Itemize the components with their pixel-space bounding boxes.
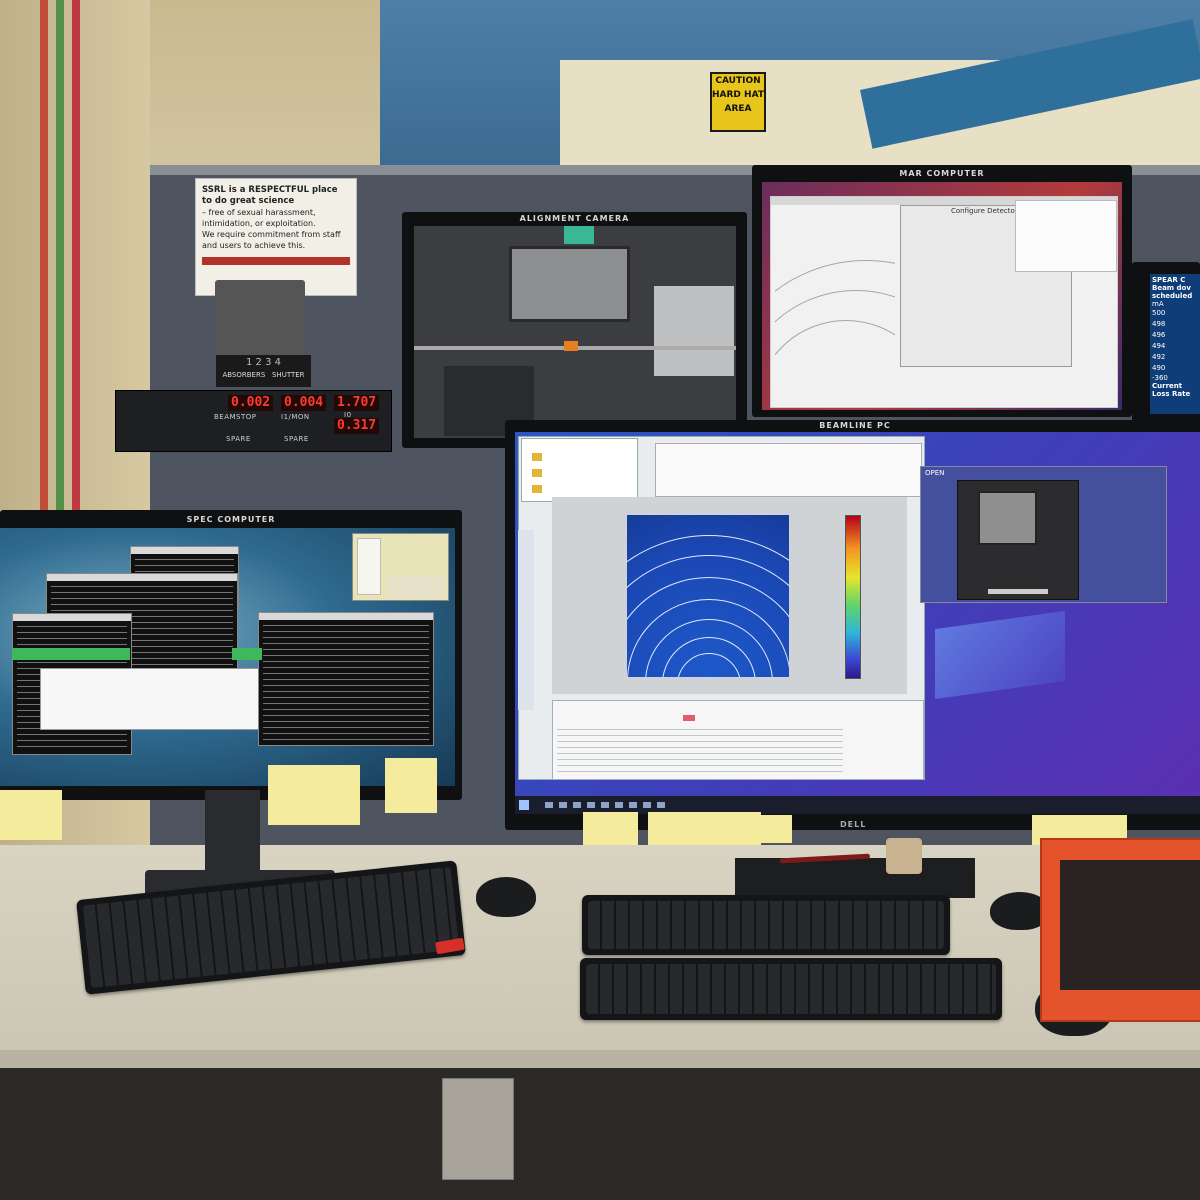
poster-line-2: – free of sexual harassment, intimidatio… <box>202 208 316 228</box>
shutter-label: SHUTTER <box>271 371 305 379</box>
sticky-note <box>268 765 360 825</box>
spear-footer-1: Current <box>1152 382 1183 390</box>
terminal-title-bar <box>47 574 237 581</box>
lower-readout: 0.317 <box>334 418 380 434</box>
image-preview-arcs <box>387 576 445 598</box>
log-output-panel <box>552 700 924 780</box>
open-app-title: OPEN <box>925 469 945 477</box>
taskbar-icons[interactable] <box>545 802 665 808</box>
spear-tick-list: 500 498 496 494 492 490 <box>1150 308 1200 374</box>
bin-contents <box>1060 860 1200 990</box>
caution-line-1: CAUTION <box>715 76 761 86</box>
camera-sample-window <box>978 491 1037 545</box>
beamstop-label: BEAMSTOP <box>214 413 257 421</box>
beamline-monitor-base <box>735 858 975 898</box>
spare-left-label: SPARE <box>226 435 251 443</box>
terminal-title-bar <box>131 547 238 554</box>
beamstop-readout: 0.002 <box>228 395 274 411</box>
caution-line-3: AREA <box>724 104 752 114</box>
file-list-panel[interactable] <box>655 443 922 497</box>
tape-roll <box>886 838 922 874</box>
spear-status-screen: SPEAR C Beam dov scheduled mA 500 498 496 4… <box>1150 274 1200 414</box>
keyboard-middle[interactable] <box>582 895 950 955</box>
spec-computer-label: SPEC COMPUTER <box>186 515 276 524</box>
diffraction-image <box>627 515 789 677</box>
caution-line-2: HARD HAT <box>712 90 764 100</box>
intensity-colorbar <box>845 515 861 679</box>
i1-mon-readout: 0.004 <box>281 395 327 411</box>
folder-icon <box>532 469 542 477</box>
spec-image-preview-window[interactable] <box>352 533 449 601</box>
terminal-window[interactable] <box>258 612 434 746</box>
camera-slider[interactable] <box>988 589 1048 594</box>
keyboard-keys <box>588 901 944 949</box>
alignment-camera-label: ALIGNMENT CAMERA <box>519 214 630 223</box>
tool-sidebar <box>518 530 534 710</box>
spear-line-1: Beam dov <box>1152 284 1191 292</box>
beamline-pc-label: BEAMLINE PC <box>819 421 891 430</box>
terminal-title-bar <box>259 613 433 620</box>
log-text <box>557 729 843 773</box>
spare-right-label: SPARE <box>284 435 309 443</box>
wall-cables <box>40 0 80 510</box>
keyboard-keys <box>586 964 996 1014</box>
white-window[interactable] <box>40 668 262 730</box>
spear-tick: 500 <box>1152 309 1166 317</box>
absorbers-label: ABSORBERS <box>222 371 266 379</box>
green-marker <box>564 226 594 244</box>
spear-unit: mA <box>1152 300 1164 308</box>
flow-meters <box>215 280 305 355</box>
sticky-note <box>0 790 62 840</box>
green-highlight-row <box>12 648 130 660</box>
sample-window <box>509 246 630 322</box>
mouse-left[interactable] <box>476 877 536 917</box>
file-explorer-panel[interactable] <box>521 438 638 502</box>
spear-tick: 492 <box>1152 353 1166 361</box>
desk-edge <box>0 1050 1200 1068</box>
poster-line-3: We require commitment from staff and use… <box>202 230 341 250</box>
mar-info-panel <box>1015 200 1117 272</box>
start-icon[interactable] <box>519 800 529 810</box>
poster-red-banner <box>202 257 350 265</box>
spear-tick: 490 <box>1152 364 1166 372</box>
image-preview-thumbnail <box>357 538 381 595</box>
absorber-digits: 1 2 3 4 <box>246 357 281 368</box>
keyboard-front[interactable] <box>580 958 1002 1020</box>
folder-icon <box>532 453 542 461</box>
spear-label: SPEAR C <box>1152 276 1186 284</box>
orange-component <box>564 341 578 351</box>
spear-tick: 494 <box>1152 342 1166 350</box>
under-desk-area <box>0 1068 1200 1200</box>
red-indicator <box>683 715 695 721</box>
i1-mon-label: I1/MON <box>281 413 310 421</box>
power-outlet <box>442 1078 514 1180</box>
i0-label: I0 <box>344 411 352 419</box>
sticky-note <box>385 758 437 813</box>
spear-x-tick: -360 <box>1152 374 1168 382</box>
folder-icon <box>532 485 542 493</box>
mar-computer-label: MAR COMPUTER <box>899 169 985 178</box>
caution-hard-hat-sign: CAUTION HARD HAT AREA <box>710 72 766 132</box>
mar-image-view <box>775 230 895 400</box>
sticky-note <box>760 815 792 843</box>
green-highlight-row <box>232 648 262 660</box>
spear-tick: 498 <box>1152 320 1166 328</box>
dialog-title: Configure Detector <box>951 207 1018 215</box>
terminal-text <box>263 625 429 741</box>
i0-readout: 1.707 <box>334 395 380 411</box>
spear-footer-2: Loss Rate <box>1152 390 1191 398</box>
poster-title: SSRL is a RESPECTFUL place to do great s… <box>202 185 338 206</box>
detector-housing <box>654 286 734 376</box>
alignment-camera-feed <box>414 226 736 438</box>
terminal-title-bar <box>13 614 131 621</box>
monitor-brand-logo: DELL <box>840 820 867 829</box>
counter-rack: 0.002 0.004 1.707 0.317 BEAMSTOP I1/MON … <box>115 390 392 452</box>
spear-tick: 496 <box>1152 331 1166 339</box>
open-camera-view <box>957 480 1079 600</box>
respect-poster: SSRL is a RESPECTFUL place to do great s… <box>195 178 357 296</box>
absorber-shutter-box: 1 2 3 4 ABSORBERS SHUTTER <box>216 355 311 387</box>
spear-line-2: scheduled <box>1152 292 1193 300</box>
